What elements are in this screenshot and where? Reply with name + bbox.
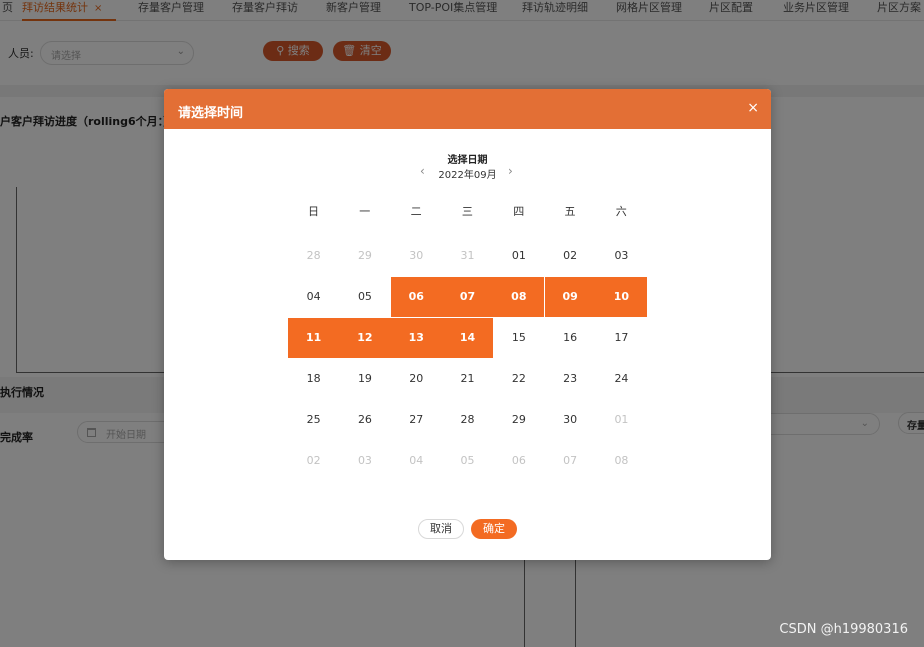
modal-title: 请选择时间: [178, 106, 244, 121]
close-icon[interactable]: ×: [747, 100, 759, 116]
calendar-week-row: 02 03 04 05 06 07 08: [288, 441, 647, 481]
next-month-icon[interactable]: ›: [508, 164, 513, 178]
weekday-label: 日: [308, 205, 319, 218]
calendar-week-row: 11 12 13 14 15 16 17: [288, 318, 647, 358]
weekday-label: 六: [615, 205, 627, 218]
weekday-header: 日一二三四五六: [288, 203, 647, 223]
weekday-label: 三: [461, 205, 473, 218]
calendar-day-selected[interactable]: 12: [339, 318, 391, 358]
calendar-day-selected[interactable]: 07: [441, 277, 494, 317]
calendar-day[interactable]: 18: [288, 359, 339, 399]
date-picker-modal: 请选择时间 × 选择日期 ‹ 2022年09月 › 日一二三四五六 28 29 30…: [164, 89, 771, 560]
calendar-day[interactable]: 28: [442, 400, 493, 440]
cancel-button[interactable]: 取消: [418, 519, 464, 539]
calendar-day[interactable]: 26: [339, 400, 390, 440]
calendar-day-outside[interactable]: 30: [391, 236, 442, 276]
month-label: 2022年09月: [438, 170, 497, 181]
calendar-week-row: 25 26 27 28 29 30 01: [288, 400, 647, 440]
calendar-day[interactable]: 24: [596, 359, 647, 399]
calendar-week-row: 18 19 20 21 22 23 24: [288, 359, 647, 399]
calendar-day[interactable]: 19: [339, 359, 390, 399]
calendar-day[interactable]: 29: [493, 400, 544, 440]
modal-header: 请选择时间 ×: [164, 89, 771, 129]
calendar-day[interactable]: 27: [391, 400, 442, 440]
calendar-day[interactable]: 20: [391, 359, 442, 399]
calendar-week-row: 28 29 30 31 01 02 03: [288, 236, 647, 276]
calendar-day-selected[interactable]: 11: [288, 318, 340, 358]
calendar-day-outside[interactable]: 05: [442, 441, 493, 481]
calendar-day-outside[interactable]: 28: [288, 236, 339, 276]
calendar-day[interactable]: 02: [545, 236, 596, 276]
calendar-day-selected[interactable]: 09: [544, 277, 596, 317]
calendar-day-outside[interactable]: 02: [288, 441, 339, 481]
weekday-label: 二: [410, 205, 422, 218]
calendar-day[interactable]: 03: [596, 236, 647, 276]
weekday-label: 五: [564, 205, 576, 218]
calendar-day-outside[interactable]: 06: [493, 441, 544, 481]
calendar-day-selected[interactable]: 14: [441, 318, 494, 358]
calendar-day[interactable]: 17: [596, 318, 647, 358]
calendar-day-outside[interactable]: 08: [596, 441, 647, 481]
calendar-day[interactable]: 05: [339, 277, 390, 317]
calendar-day[interactable]: 16: [545, 318, 596, 358]
calendar-day[interactable]: 04: [288, 277, 339, 317]
calendar-day-outside[interactable]: 31: [442, 236, 493, 276]
calendar-day-selected[interactable]: 08: [493, 277, 545, 317]
calendar-day-outside[interactable]: 03: [339, 441, 390, 481]
calendar-day[interactable]: 25: [288, 400, 339, 440]
calendar-day[interactable]: 01: [493, 236, 544, 276]
picker-title: 选择日期: [447, 155, 488, 166]
calendar-day[interactable]: 22: [493, 359, 544, 399]
calendar-day-outside[interactable]: 07: [545, 441, 596, 481]
calendar-day[interactable]: 30: [545, 400, 596, 440]
calendar-week-row: 04 05 06 07 08 09 10: [288, 277, 648, 317]
weekday-label: 一: [359, 205, 371, 218]
calendar-day-selected[interactable]: 13: [390, 318, 442, 358]
weekday-label: 四: [513, 205, 525, 218]
calendar-day[interactable]: 15: [493, 318, 544, 358]
calendar-day[interactable]: 23: [545, 359, 596, 399]
calendar-day-outside[interactable]: 01: [596, 400, 647, 440]
calendar-day[interactable]: 21: [442, 359, 493, 399]
calendar-day-outside[interactable]: 04: [391, 441, 442, 481]
confirm-button[interactable]: 确定: [471, 519, 517, 539]
watermark: CSDN @h19980316: [779, 622, 908, 637]
calendar-day-selected[interactable]: 10: [595, 277, 648, 317]
calendar-day-outside[interactable]: 29: [339, 236, 390, 276]
calendar-day-selected[interactable]: 06: [390, 277, 442, 317]
